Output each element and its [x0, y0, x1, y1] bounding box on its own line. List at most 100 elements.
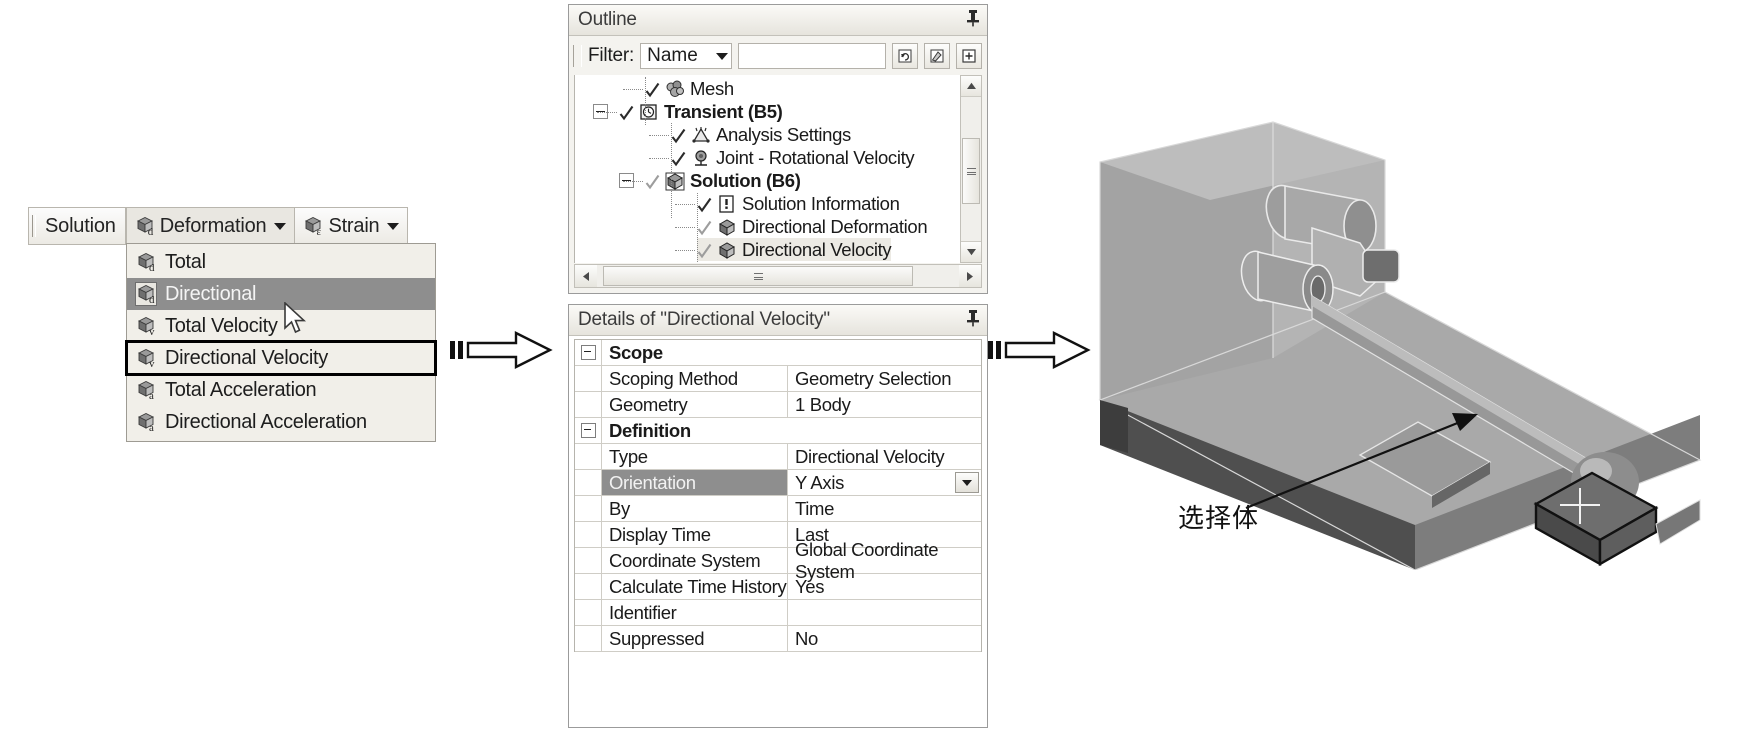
filter-grip[interactable] [573, 45, 582, 67]
details-row-scoping-method[interactable]: Scoping Method Geometry Selection [575, 366, 981, 392]
solution-information-icon [716, 194, 738, 214]
tree-item-mesh[interactable]: Mesh [645, 77, 734, 100]
scroll-down-button[interactable] [961, 241, 981, 262]
strain-label: Strain [328, 214, 380, 237]
details-row-value: Geometry Selection [795, 367, 952, 389]
details-row-definition[interactable]: Definition [575, 418, 981, 444]
toolbar-grip[interactable] [29, 208, 38, 244]
3d-model-viewport[interactable] [1060, 100, 1710, 570]
tree-item-directional-deformation[interactable]: Directional Deformation [697, 215, 928, 238]
cube-subscript: a [149, 422, 154, 434]
details-row-by[interactable]: By Time [575, 496, 981, 522]
tree-trunk [697, 193, 699, 263]
details-row-coordinate-system[interactable]: Coordinate System Global Coordinate Syste… [575, 539, 981, 582]
filter-refresh-button[interactable] [892, 43, 918, 69]
details-row-value-cell[interactable]: Yes [787, 574, 981, 599]
scrollbar-thumb[interactable] [962, 138, 980, 204]
strain-dropdown-button[interactable]: ε Strain [295, 208, 407, 244]
details-row-name: Geometry [609, 393, 688, 415]
group-collapse-toggle[interactable] [575, 340, 602, 365]
details-table: Scope Scoping Method Geometry Selection Geo… [574, 339, 982, 652]
pin-icon[interactable] [966, 309, 980, 332]
row-gutter [575, 366, 602, 391]
flow-arrow-1 [450, 331, 553, 369]
orientation-dropdown-button[interactable] [955, 472, 979, 493]
result-cube-icon: v [136, 315, 156, 338]
scroll-right-button[interactable] [959, 265, 981, 287]
details-row-suppressed[interactable]: Suppressed No [575, 626, 981, 652]
details-row-value-cell[interactable]: No [787, 626, 981, 651]
menu-item-total-velocity[interactable]: v Total Velocity [127, 310, 435, 342]
details-row-name: Calculate Time History [609, 575, 787, 597]
tree-connector [675, 227, 695, 229]
cube-subscript: a [149, 390, 154, 402]
details-row-geometry[interactable]: Geometry 1 Body [575, 392, 981, 418]
outline-panel: Outline Filter: Name Mesh Transient (B5)… [568, 4, 988, 294]
outline-tree[interactable]: Mesh Transient (B5) Analysis Settings Joint… [574, 75, 960, 263]
deformation-dropdown-button[interactable]: d Deformation [125, 208, 296, 244]
outline-panel-title-bar: Outline [569, 5, 987, 36]
result-cube-icon: d [136, 251, 156, 274]
chevron-down-icon [274, 222, 287, 230]
filter-mode-select[interactable]: Name [640, 43, 733, 69]
details-row-calculate-time-history[interactable]: Calculate Time History Yes [575, 574, 981, 600]
tree-item-label: Solution Information [742, 192, 900, 214]
details-row-orientation[interactable]: Orientation Y Axis [575, 470, 981, 496]
solution-cube-icon [664, 171, 686, 191]
group-collapse-toggle[interactable] [575, 418, 602, 443]
details-row-value-cell[interactable]: Geometry Selection [787, 366, 981, 391]
details-row-name: Identifier [609, 601, 677, 623]
details-row-value-cell[interactable] [787, 600, 981, 625]
details-row-value: Yes [795, 575, 825, 597]
details-row-value-cell[interactable]: Directional Velocity [787, 444, 981, 469]
tree-connector [649, 135, 669, 137]
details-row-scope[interactable]: Scope [575, 340, 981, 366]
details-row-value-cell[interactable]: Y Axis [787, 470, 981, 495]
tree-item-directional-velocity[interactable]: Directional Velocity [697, 238, 892, 261]
filter-text-input[interactable] [738, 43, 886, 69]
tree-connector [623, 181, 643, 183]
tree-item-joint-rotational-velocity[interactable]: Joint - Rotational Velocity [671, 146, 915, 169]
scroll-up-button[interactable] [961, 76, 981, 97]
cube-subscript: d [149, 294, 155, 306]
tree-item-solution-information[interactable]: Solution Information [697, 192, 900, 215]
deformation-cube-subscript: d [147, 226, 154, 238]
tree-item-transient-b5[interactable]: Transient (B5) [619, 100, 783, 123]
hscrollbar-track[interactable] [597, 265, 959, 287]
hscrollbar-thumb[interactable] [603, 266, 913, 286]
scroll-left-button[interactable] [575, 265, 597, 287]
details-panel-title-bar: Details of "Directional Velocity" [569, 305, 987, 336]
checkmark-icon [645, 173, 660, 189]
menu-item-total-acceleration[interactable]: a Total Acceleration [127, 374, 435, 406]
details-row-value-cell[interactable]: Time [787, 496, 981, 521]
tree-item-solution-b6[interactable]: Solution (B6) [645, 169, 801, 192]
details-row-value-cell[interactable]: Global Coordinate System [787, 539, 981, 582]
tree-item-analysis-settings[interactable]: Analysis Settings [671, 123, 851, 146]
outline-horizontal-scrollbar[interactable] [574, 264, 982, 288]
filter-highlight-button[interactable] [924, 43, 950, 69]
details-row-name: Scoping Method [609, 367, 738, 389]
pin-icon[interactable] [966, 9, 980, 32]
chevron-down-icon [962, 479, 972, 486]
result-cube-icon: v [136, 347, 156, 370]
solution-toolbar-region: Solution d Deformation ε Strain d Total … [28, 207, 448, 447]
tree-item-label: Directional Velocity [742, 238, 892, 260]
tree-connector [675, 204, 695, 206]
details-row-value: Directional Velocity [795, 445, 945, 467]
strain-cube-icon: ε [303, 215, 323, 238]
outline-vertical-scrollbar[interactable] [960, 75, 982, 263]
details-row-value-cell[interactable]: 1 Body [787, 392, 981, 417]
filter-expand-button[interactable] [956, 43, 982, 69]
details-row-name: Scope [609, 341, 663, 363]
details-row-type[interactable]: Type Directional Velocity [575, 444, 981, 470]
menu-item-directional-acceleration[interactable]: a Directional Acceleration [127, 406, 435, 438]
menu-item-total[interactable]: d Total [127, 246, 435, 278]
row-gutter [575, 548, 602, 573]
details-panel: Details of "Directional Velocity" Scope S… [568, 304, 988, 728]
row-gutter [575, 626, 602, 651]
menu-item-label: Directional Acceleration [165, 410, 367, 433]
menu-item-directional[interactable]: d Directional [127, 278, 435, 310]
details-row-value: No [795, 627, 818, 649]
menu-item-directional-velocity[interactable]: v Directional Velocity [125, 340, 437, 376]
details-row-identifier[interactable]: Identifier [575, 600, 981, 626]
